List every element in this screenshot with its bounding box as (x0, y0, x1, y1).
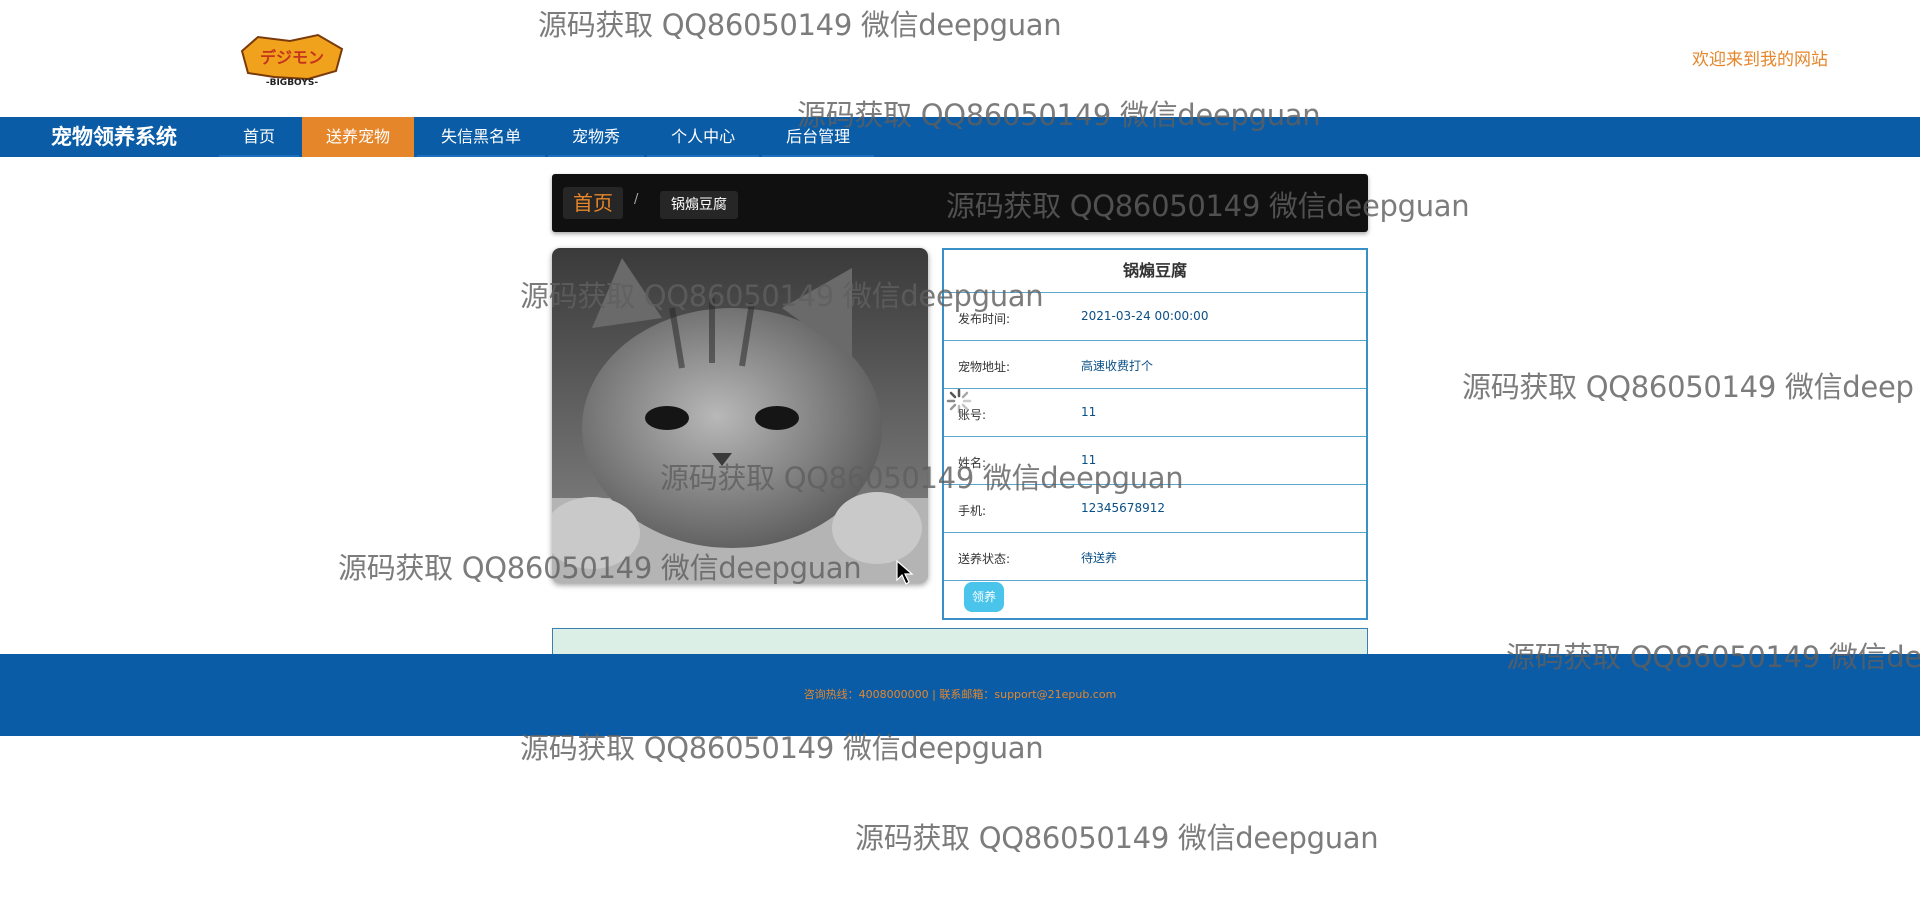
site-title: 宠物领养系统 (51, 125, 177, 149)
info-row-account: 账号: 11 (944, 389, 1366, 437)
info-value: 待送养 (1081, 551, 1118, 565)
info-row-adoption-status: 送养状态: 待送养 (944, 533, 1366, 581)
nav-item-admin[interactable]: 后台管理 (762, 117, 875, 157)
loading-spinner-icon (946, 388, 972, 414)
svg-text:デジモン: デジモン (260, 48, 324, 67)
site-logo: デジモン -BIGBOYS- (238, 33, 346, 88)
footer-contact: 咨询热线：4008000000 | 联系邮箱：support@21epub.co… (803, 688, 1117, 701)
info-label: 手机: (958, 504, 987, 518)
main-navbar: 宠物领养系统 首页 送养宠物 失信黑名单 宠物秀 个人中心 后台管理 (0, 117, 1920, 157)
nav-item-home[interactable]: 首页 (219, 117, 300, 157)
info-label: 发布时间: (958, 312, 1011, 326)
watermark: 源码获取 QQ86050149 微信deepguan (855, 821, 1379, 855)
nav-item-pet-show[interactable]: 宠物秀 (548, 117, 645, 157)
info-label: 送养状态: (958, 552, 1011, 566)
info-value: 2021-03-24 00:00:00 (1081, 309, 1209, 323)
watermark: 源码获取 QQ86050149 微信deepguan (538, 8, 1062, 42)
welcome-text: 欢迎来到我的网站 (1692, 50, 1828, 70)
watermark: 源码获取 QQ86050149 微信deep (1462, 370, 1914, 404)
breadcrumb: 首页 / 锅煽豆腐 (552, 174, 1368, 232)
info-row-name: 姓名: 11 (944, 437, 1366, 485)
pet-photo (552, 248, 928, 583)
info-row-publish-time: 发布时间: 2021-03-24 00:00:00 (944, 293, 1366, 341)
comment-area (552, 628, 1368, 654)
info-row-address: 宠物地址: 高速收费打个 (944, 341, 1366, 389)
nav-item-blacklist[interactable]: 失信黑名单 (417, 117, 546, 157)
nav-item-personal-center[interactable]: 个人中心 (647, 117, 760, 157)
pet-title: 锅煽豆腐 (944, 250, 1366, 293)
adopt-button[interactable]: 领养 (964, 582, 1004, 612)
breadcrumb-separator: / (634, 192, 639, 207)
info-value: 11 (1081, 453, 1097, 467)
footer: 咨询热线：4008000000 | 联系邮箱：support@21epub.co… (0, 654, 1920, 736)
breadcrumb-current: 锅煽豆腐 (660, 191, 738, 219)
info-value: 高速收费打个 (1081, 359, 1154, 373)
breadcrumb-home-link[interactable]: 首页 (563, 187, 623, 219)
pet-info-panel: 锅煽豆腐 发布时间: 2021-03-24 00:00:00 宠物地址: 高速收… (942, 248, 1368, 620)
mouse-cursor-icon (896, 559, 914, 586)
info-row-phone: 手机: 12345678912 (944, 485, 1366, 533)
info-value: 12345678912 (1081, 501, 1165, 515)
nav-item-pet-adoption[interactable]: 送养宠物 (302, 117, 415, 157)
info-value: 11 (1081, 405, 1097, 419)
svg-text:-BIGBOYS-: -BIGBOYS- (266, 78, 319, 87)
info-label: 宠物地址: (958, 360, 1011, 374)
info-label: 姓名: (958, 456, 987, 470)
nav-menu: 首页 送养宠物 失信黑名单 宠物秀 个人中心 后台管理 (219, 117, 877, 157)
